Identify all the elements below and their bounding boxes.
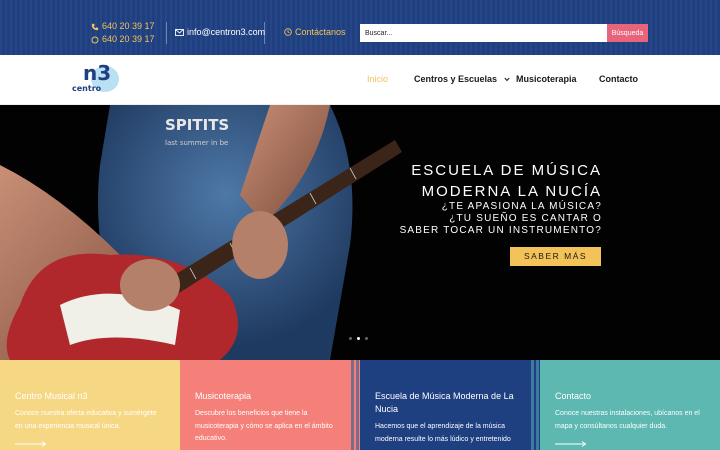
- card-title: Centro Musical n3: [15, 391, 88, 401]
- contact-text: Contáctanos: [295, 27, 346, 37]
- slider-dot[interactable]: [365, 337, 368, 340]
- whatsapp-icon: [91, 35, 99, 44]
- email-text: info@centron3.com: [187, 27, 266, 37]
- slider-dot-active[interactable]: [357, 337, 360, 340]
- card-musicoterapia[interactable]: Musicoterapia Descubre los beneficios qu…: [180, 360, 351, 450]
- slider-dot[interactable]: [349, 337, 352, 340]
- card-escuela-moderna[interactable]: Escuela de Música Moderna de La Nucia Hac…: [360, 360, 531, 450]
- card-title: Escuela de Música Moderna de La Nucia: [375, 391, 514, 414]
- divider: [166, 22, 167, 44]
- nav-contacto[interactable]: Contacto: [599, 74, 638, 84]
- card-centro-musical[interactable]: Centro Musical n3 Conoce nuestra oferta …: [0, 360, 180, 450]
- logo[interactable]: n3 centro: [72, 58, 122, 102]
- card-text: Conoce nuestra oferta educativa y sumérg…: [15, 410, 157, 430]
- card-contacto[interactable]: Contacto Conoce nuestras instalaciones, …: [540, 360, 720, 450]
- hero-title: ESCUELA DE MÚSICA MODERNA LA NUCÍA: [411, 160, 602, 202]
- card-text: Conoce nuestras instalaciones, ubícanos …: [555, 410, 700, 430]
- hero-subtitle-line-3: SABER TOCAR UN INSTRUMENTO?: [399, 225, 602, 236]
- phone-icon: [91, 23, 99, 30]
- nav-centros-label: Centros y Escuelas: [414, 74, 498, 84]
- search-input[interactable]: [360, 24, 607, 42]
- divider: [264, 22, 265, 44]
- card-text: Descubre los beneficios que tiene la musi…: [195, 410, 333, 442]
- hero-image: SPITITS last summer in be: [0, 105, 720, 360]
- chevron-down-icon: [503, 77, 510, 82]
- site-header: n3 centro Inicio Centros y Escuelas Musi…: [0, 55, 720, 105]
- logo-image: n3 centro: [72, 61, 119, 93]
- nav-centros[interactable]: Centros y Escuelas: [414, 74, 510, 84]
- card-title: Contacto: [555, 391, 592, 401]
- slider-dots: [349, 337, 368, 340]
- saber-mas-button[interactable]: SABER MÁS: [510, 247, 601, 266]
- card-divider: [531, 360, 540, 450]
- clock-icon: [284, 28, 292, 36]
- arrow-right-icon[interactable]: [555, 441, 587, 447]
- phone-list: 640 20 39 17 640 20 39 17: [91, 20, 155, 46]
- email-link[interactable]: info@centron3.com: [175, 27, 265, 37]
- hero-title-line-1: ESCUELA DE MÚSICA: [411, 162, 602, 179]
- card-text: Hacemos que el aprendizaje de la música m…: [375, 423, 511, 443]
- contact-link[interactable]: Contáctanos: [284, 27, 346, 37]
- phone-number-2: 640 20 39 17: [102, 34, 155, 44]
- card-title: Musicoterapia: [195, 391, 252, 401]
- hero-subtitle: ¿TE APASIONA LA MÚSICA? ¿TU SUEÑO ES CAN…: [400, 201, 602, 237]
- phone-row-2[interactable]: 640 20 39 17: [91, 33, 155, 46]
- arrow-right-icon[interactable]: [15, 441, 47, 447]
- hero-title-line-2: MODERNA LA NUCÍA: [421, 183, 602, 200]
- hero-subtitle-line-2: ¿TU SUEÑO ES CANTAR O: [449, 213, 602, 224]
- top-bar: 640 20 39 17 640 20 39 17 info@centron3.…: [0, 0, 720, 55]
- svg-text:centro: centro: [72, 84, 102, 93]
- envelope-icon: [175, 28, 184, 36]
- search-button[interactable]: Búsqueda: [607, 24, 648, 42]
- hero-subtitle-line-1: ¿TE APASIONA LA MÚSICA?: [441, 201, 602, 212]
- card-divider: [351, 360, 360, 450]
- phone-row-1[interactable]: 640 20 39 17: [91, 20, 155, 33]
- svg-text:last summer in be: last summer in be: [165, 139, 228, 147]
- phone-number-1: 640 20 39 17: [102, 21, 155, 31]
- svg-text:n3: n3: [83, 61, 111, 85]
- hero-slider: SPITITS last summer in be ESCUELA DE MÚS…: [0, 105, 720, 360]
- nav-musicoterapia[interactable]: Musicoterapia: [516, 74, 577, 84]
- nav-inicio[interactable]: Inicio: [367, 74, 388, 84]
- svg-text:SPITITS: SPITITS: [165, 116, 229, 134]
